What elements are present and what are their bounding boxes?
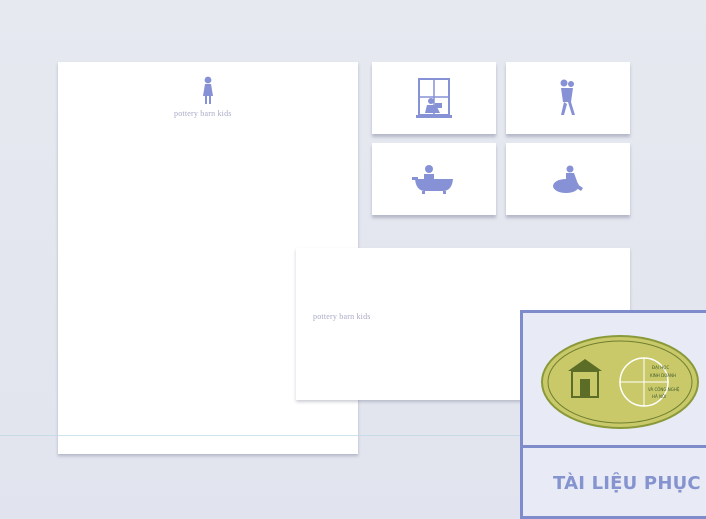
watermark-stamp: ĐẠI HỌC KINH DOANH VÀ CÔNG NGHỆ HÀ NỘI T… <box>520 310 706 519</box>
seal-line-1: ĐẠI HỌC <box>652 365 669 370</box>
seal-line-4: HÀ NỘI <box>652 394 666 399</box>
stamp-divider <box>523 445 706 448</box>
envelope-brand-text: pottery barn kids <box>313 312 371 321</box>
child-reading-window-icon <box>416 78 452 118</box>
girl-silhouette-icon <box>203 76 213 104</box>
card-teddy <box>506 62 630 134</box>
seal-line-2: KINH DOANH <box>650 373 676 378</box>
seal-line-3: VÀ CÔNG NGHỆ <box>648 387 680 392</box>
child-with-teddy-bear-icon <box>560 79 575 115</box>
child-in-bathtub-icon <box>412 165 453 194</box>
letterhead-brand-text: pottery barn kids <box>174 109 232 118</box>
card-reading <box>372 62 496 134</box>
stamp-caption: TÀI LIỆU PHỤC V <box>553 473 706 494</box>
child-on-beanbag-icon <box>553 165 583 193</box>
card-beanbag <box>506 143 630 215</box>
card-bath <box>372 143 496 215</box>
university-seal-logo: ĐẠI HỌC KINH DOANH VÀ CÔNG NGHỆ HÀ NỘI <box>541 335 699 429</box>
